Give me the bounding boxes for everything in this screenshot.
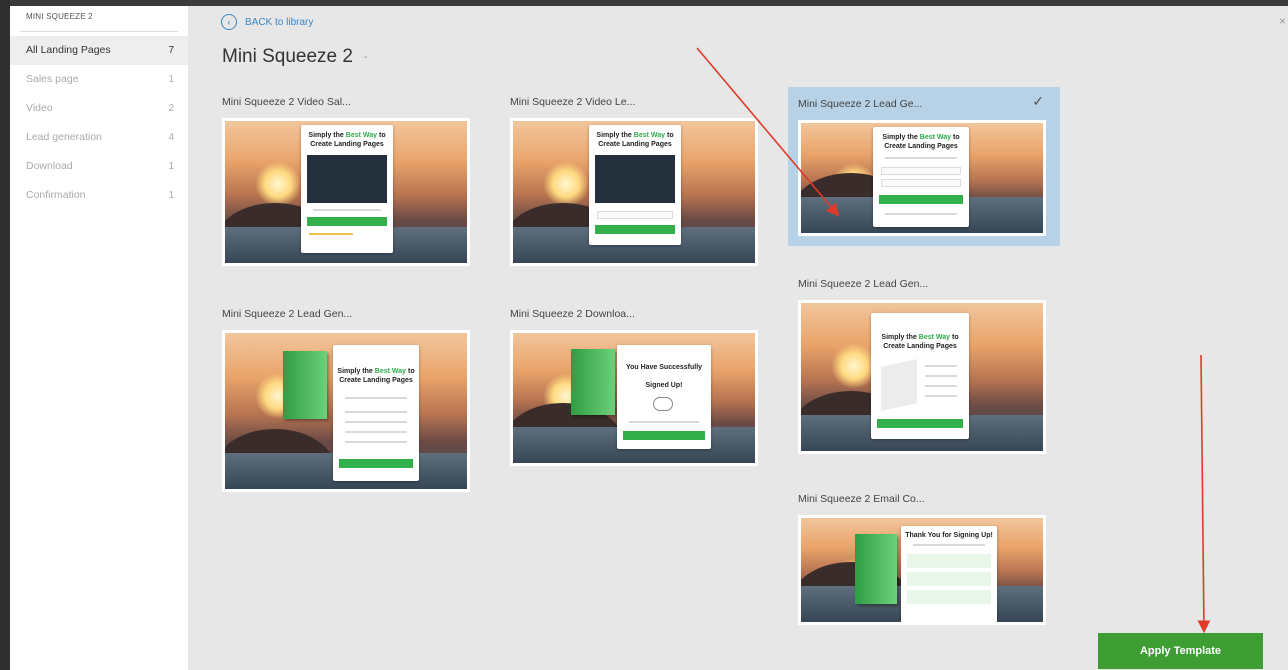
sidebar-item-label: Sales page: [26, 73, 79, 85]
template-card-title: Mini Squeeze 2 Downloa...: [510, 308, 635, 320]
template-library-panel: MINI SQUEEZE 2 All Landing Pages 7 Sales…: [10, 6, 1288, 670]
sidebar-item-label: Download: [26, 160, 73, 172]
template-thumbnail[interactable]: Simply the Best Way to Create Landing Pag…: [798, 120, 1046, 236]
ebook-cover-image: [855, 534, 897, 604]
sidebar-item-count: 4: [168, 132, 174, 143]
back-to-library-link[interactable]: ‹ BACK to library: [221, 12, 313, 32]
ebook-cover-image: [571, 349, 615, 415]
thumbnail-preview-form: Thank You for Signing Up!: [901, 526, 997, 622]
ebook-cover-image: [283, 351, 327, 419]
thumbnail-preview-form: Simply the Best Way to Create Landing Pag…: [589, 125, 681, 245]
sidebar-item-all-landing-pages[interactable]: All Landing Pages 7: [10, 36, 188, 65]
template-card-title: Mini Squeeze 2 Lead Gen...: [798, 278, 929, 290]
template-card[interactable]: Mini Squeeze 2 Downloa... You Have Succe…: [510, 308, 764, 468]
template-card[interactable]: Mini Squeeze 2 Email Co... Thank You for…: [798, 493, 1052, 627]
template-card-title: Mini Squeeze 2 Lead Gen...: [222, 308, 353, 320]
template-card-title: Mini Squeeze 2 Video Le...: [510, 96, 636, 108]
sidebar-item-label: Lead generation: [26, 131, 102, 143]
thumbnail-preview-form: Simply the Best Way to Create Landing Pag…: [333, 345, 419, 481]
thumbnail-preview-form: You Have Successfully Signed Up!: [617, 345, 711, 449]
template-thumbnail[interactable]: You Have Successfully Signed Up!: [510, 330, 758, 466]
template-card-title: Mini Squeeze 2 Video Sal...: [222, 96, 351, 108]
sidebar-item-lead-generation[interactable]: Lead generation 4: [10, 123, 188, 152]
back-link-label: BACK to library: [245, 16, 314, 28]
sidebar-item-count: 1: [168, 74, 174, 85]
thumbnail-preview-form: Simply the Best Way to Create Landing Pag…: [301, 125, 393, 253]
template-card-selected[interactable]: Mini Squeeze 2 Lead Ge... ✓ Simply the B…: [788, 87, 1060, 246]
template-card[interactable]: Mini Squeeze 2 Lead Gen... Simply the Be…: [222, 308, 476, 498]
template-card-title: Mini Squeeze 2 Email Co...: [798, 493, 925, 505]
template-card[interactable]: Mini Squeeze 2 Lead Gen... Simply the Be…: [798, 278, 1052, 456]
template-thumbnail[interactable]: Simply the Best Way to Create Landing Pag…: [222, 330, 470, 492]
sidebar-item-count: 2: [168, 103, 174, 114]
category-sidebar: MINI SQUEEZE 2 All Landing Pages 7 Sales…: [10, 6, 188, 670]
sidebar-item-count: 1: [168, 190, 174, 201]
sidebar-item-label: Video: [26, 102, 53, 114]
template-card[interactable]: Mini Squeeze 2 Video Le... Simply the Be…: [510, 96, 764, 268]
page-title: Mini Squeeze 2: [222, 46, 353, 67]
sidebar-item-download[interactable]: Download 1: [10, 152, 188, 181]
sidebar-item-label: All Landing Pages: [26, 44, 111, 56]
title-menu-icon[interactable]: -: [364, 52, 367, 63]
cloud-download-icon: [653, 397, 673, 411]
template-thumbnail[interactable]: Simply the Best Way to Create Landing Pag…: [798, 300, 1046, 454]
template-thumbnail[interactable]: Simply the Best Way to Create Landing Pag…: [510, 118, 758, 266]
thumbnail-preview-form: Simply the Best Way to Create Landing Pag…: [871, 313, 969, 439]
window-edge: [0, 0, 10, 670]
video-placeholder: [307, 155, 387, 203]
apply-template-button[interactable]: Apply Template: [1098, 633, 1263, 669]
close-icon[interactable]: ×: [1279, 14, 1286, 28]
chevron-left-icon: ‹: [221, 14, 237, 30]
sidebar-title: MINI SQUEEZE 2: [20, 6, 178, 32]
sidebar-item-count: 1: [168, 161, 174, 172]
template-thumbnail[interactable]: Thank You for Signing Up!: [798, 515, 1046, 625]
template-thumbnail[interactable]: Simply the Best Way to Create Landing Pag…: [222, 118, 470, 266]
sidebar-item-confirmation[interactable]: Confirmation 1: [10, 181, 188, 210]
sidebar-item-sales-page[interactable]: Sales page 1: [10, 65, 188, 94]
ebook-image: [881, 359, 917, 411]
video-placeholder: [595, 155, 675, 203]
checkmark-icon: ✓: [1032, 93, 1044, 109]
template-card[interactable]: Mini Squeeze 2 Video Sal... Simply the B…: [222, 96, 476, 268]
sidebar-item-count: 7: [168, 45, 174, 56]
sidebar-item-label: Confirmation: [26, 189, 86, 201]
thumbnail-preview-form: Simply the Best Way to Create Landing Pag…: [873, 127, 969, 227]
template-card-title: Mini Squeeze 2 Lead Ge...: [798, 98, 923, 110]
sidebar-item-video[interactable]: Video 2: [10, 94, 188, 123]
